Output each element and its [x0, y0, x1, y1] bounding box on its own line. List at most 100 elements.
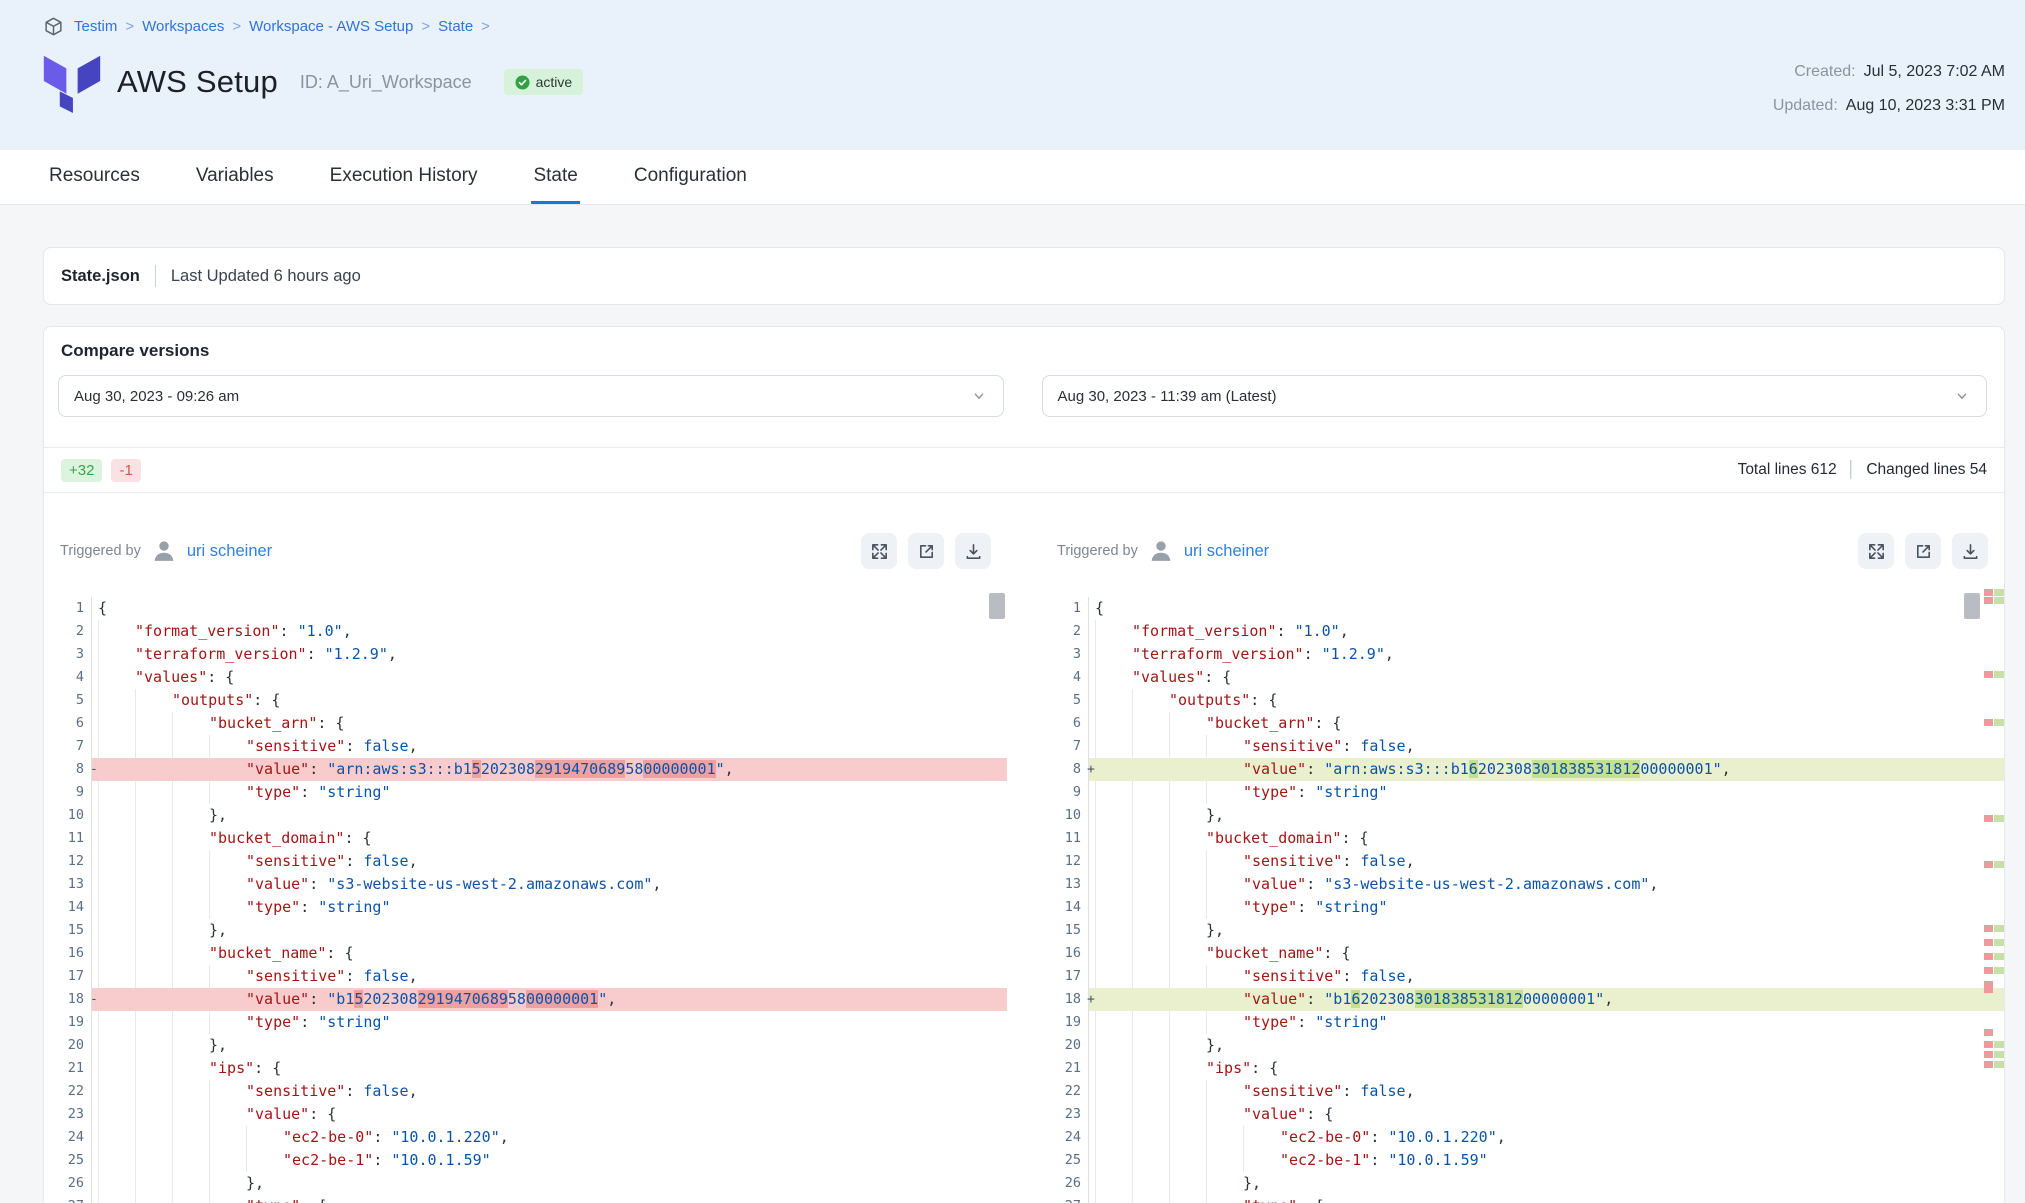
workspace-id: ID: A_Uri_Workspace	[300, 72, 472, 93]
triggered-by-label: Triggered by	[60, 543, 141, 559]
tab-execution-history[interactable]: Execution History	[328, 150, 480, 204]
code-line: 6"bucket_arn": {	[44, 712, 1007, 735]
version-select-left-value: Aug 30, 2023 - 09:26 am	[74, 388, 239, 405]
tab-variables[interactable]: Variables	[194, 150, 276, 204]
breadcrumb-link-workspace-aws-setup[interactable]: Workspace - AWS Setup	[249, 18, 413, 35]
tab-state[interactable]: State	[531, 150, 579, 204]
code-line: 21"ips": {	[1041, 1057, 2004, 1080]
version-select-right-value: Aug 30, 2023 - 11:39 am (Latest)	[1058, 388, 1277, 405]
code-diff-pane-right: 1{2"format_version": "1.0",3"terraform_v…	[1041, 583, 2004, 1203]
line-number-gutter: 15	[1041, 919, 1089, 942]
download-button[interactable]	[955, 533, 991, 569]
code-text: "value": {	[1089, 1103, 2004, 1126]
triggered-by-user-link[interactable]: uri scheiner	[187, 542, 272, 561]
code-text: "bucket_name": {	[1089, 942, 2004, 965]
code-text: "format_version": "1.0",	[1089, 620, 2004, 643]
breadcrumb-link-workspaces[interactable]: Workspaces	[142, 18, 224, 35]
status-text: active	[536, 74, 573, 90]
line-number-gutter: 8+	[1041, 758, 1089, 781]
line-totals: Total lines 612│Changed lines 54	[1738, 461, 1987, 479]
line-number-gutter: 1	[1041, 597, 1089, 620]
code-line: 3"terraform_version": "1.2.9",	[44, 643, 1007, 666]
compare-versions-title: Compare versions	[61, 341, 2004, 361]
line-number-gutter: 13	[44, 873, 92, 896]
code-text: "bucket_domain": {	[1089, 827, 2004, 850]
code-line: 19"type": "string"	[1041, 1011, 2004, 1034]
code-text: "value": "arn:aws:s3:::b1520230829194706…	[92, 758, 1007, 781]
tab-resources[interactable]: Resources	[47, 150, 142, 204]
code-line: 7"sensitive": false,	[1041, 735, 2004, 758]
code-text: "value": {	[92, 1103, 1007, 1126]
code-line: 11"bucket_domain": {	[1041, 827, 2004, 850]
line-number-gutter: 3	[1041, 643, 1089, 666]
page: Testim>Workspaces>Workspace - AWS Setup>…	[0, 0, 2025, 1203]
code-line: 18+"value": "b16202308301838531812000000…	[1041, 988, 2004, 1011]
code-line: 24"ec2-be-0": "10.0.1.220",	[44, 1126, 1007, 1149]
code-line: 23"value": {	[1041, 1103, 2004, 1126]
code-text: "terraform_version": "1.2.9",	[92, 643, 1007, 666]
open-external-button[interactable]	[1905, 533, 1941, 569]
line-number-gutter: 9	[44, 781, 92, 804]
code-line: 3"terraform_version": "1.2.9",	[1041, 643, 2004, 666]
code-line: 6"bucket_arn": {	[1041, 712, 2004, 735]
scrollbar-thumb[interactable]	[1964, 593, 1980, 619]
code-text: },	[92, 919, 1007, 942]
code-text: "ec2-be-0": "10.0.1.220",	[1089, 1126, 2004, 1149]
updated-label: Updated:	[1773, 97, 1838, 114]
breadcrumb: Testim>Workspaces>Workspace - AWS Setup>…	[43, 16, 2005, 37]
code-line: 19"type": "string"	[44, 1011, 1007, 1034]
code-text: "type": "string"	[92, 1011, 1007, 1034]
state-file-name: State.json	[61, 267, 140, 286]
diff-pane-right: Triggered byuri scheiner1{2"format_versi…	[1041, 493, 2004, 1203]
code-line: 15},	[1041, 919, 2004, 942]
open-external-button[interactable]	[908, 533, 944, 569]
code-text: "format_version": "1.0",	[92, 620, 1007, 643]
line-number-gutter: 10	[1041, 804, 1089, 827]
line-number-gutter: 24	[1041, 1126, 1089, 1149]
line-number-gutter: 26	[1041, 1172, 1089, 1195]
code-text: "type": "string"	[1089, 781, 2004, 804]
breadcrumb-separator: >	[421, 18, 430, 35]
diff-marker: +	[1087, 758, 1097, 781]
code-line: 10},	[44, 804, 1007, 827]
code-text: "ec2-be-1": "10.0.1.59"	[92, 1149, 1007, 1172]
code-line: 9"type": "string"	[44, 781, 1007, 804]
chevron-down-icon	[970, 387, 988, 405]
code-text: "values": {	[92, 666, 1007, 689]
code-text: "type": "string"	[92, 781, 1007, 804]
code-line: 25"ec2-be-1": "10.0.1.59"	[44, 1149, 1007, 1172]
line-number-gutter: 1	[44, 597, 92, 620]
version-select-left[interactable]: Aug 30, 2023 - 09:26 am	[58, 375, 1004, 417]
code-text: "ec2-be-0": "10.0.1.220",	[92, 1126, 1007, 1149]
code-line: 8+"value": "arn:aws:s3:::b16202308301838…	[1041, 758, 2004, 781]
download-icon	[964, 542, 983, 561]
code-text: "type": [	[92, 1195, 1007, 1203]
code-line: 5"outputs": {	[1041, 689, 2004, 712]
line-number-gutter: 2	[1041, 620, 1089, 643]
version-select-right[interactable]: Aug 30, 2023 - 11:39 am (Latest)	[1042, 375, 1988, 417]
tab-configuration[interactable]: Configuration	[632, 150, 749, 204]
total-lines: Total lines 612	[1738, 461, 1837, 478]
diff-compare-area: Triggered by uri scheiner 1{2"format_versi…	[44, 493, 2004, 1203]
pane-header-left: Triggered by uri scheiner	[44, 493, 1007, 583]
expand-button[interactable]	[1858, 533, 1894, 569]
breadcrumb-link-state[interactable]: State	[438, 18, 473, 35]
code-line: 4"values": {	[44, 666, 1007, 689]
code-line: 23"value": {	[44, 1103, 1007, 1126]
code-text: },	[1089, 919, 2004, 942]
code-line: 7"sensitive": false,	[44, 735, 1007, 758]
line-number-gutter: 2	[44, 620, 92, 643]
line-number-gutter: 12	[1041, 850, 1089, 873]
workspace-dates: Created:Jul 5, 2023 7:02 AM Updated:Aug …	[1773, 51, 2005, 123]
diff-marker: +	[1087, 988, 1097, 1011]
triggered-by-user-link[interactable]: uri scheiner	[1184, 542, 1269, 561]
scrollbar-thumb[interactable]	[989, 593, 1005, 619]
breadcrumb-separator: >	[232, 18, 241, 35]
breadcrumb-link-testim[interactable]: Testim	[74, 18, 117, 35]
user-avatar-icon	[151, 538, 177, 564]
line-number-gutter: 4	[44, 666, 92, 689]
download-button[interactable]	[1952, 533, 1988, 569]
code-line: 9"type": "string"	[1041, 781, 2004, 804]
expand-button[interactable]	[861, 533, 897, 569]
line-number-gutter: 23	[1041, 1103, 1089, 1126]
